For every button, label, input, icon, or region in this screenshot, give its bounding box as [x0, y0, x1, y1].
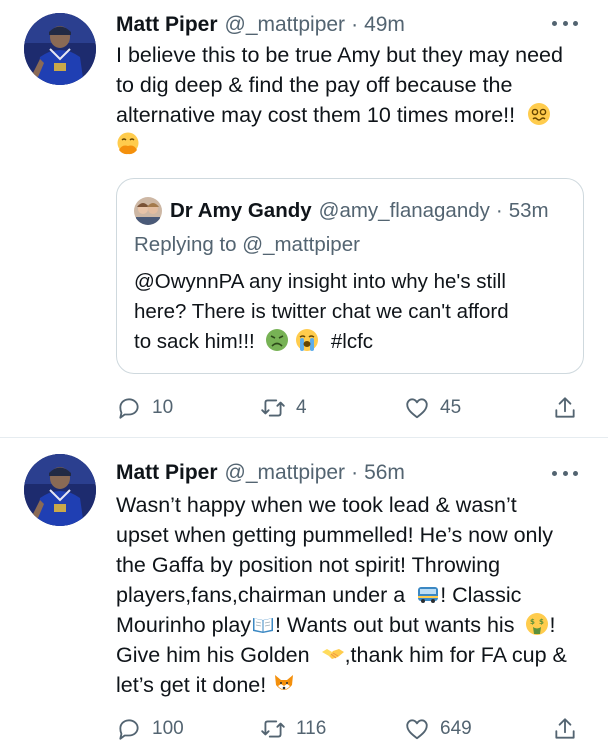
fox-emoji: [275, 675, 294, 690]
quoted-tweet[interactable]: Dr Amy Gandy @amy_flanagandy · 53m Reply…: [116, 178, 584, 374]
retweet-button[interactable]: 4: [260, 393, 307, 423]
share-button[interactable]: [552, 714, 578, 744]
tweet-line: !: [549, 613, 556, 637]
retweet-icon: [261, 399, 285, 417]
quoted-tweet-header: Dr Amy Gandy @amy_flanagandy · 53m: [134, 196, 549, 226]
tweet-actions: 100 116 649: [116, 714, 586, 744]
reply-icon: [119, 398, 139, 419]
reply-count: 10: [152, 397, 174, 418]
tweet-line: let’s get it done!: [116, 673, 267, 697]
money-mouth-face-emoji: $ $: [526, 613, 549, 635]
separator: ·: [495, 199, 503, 222]
tweet-line: I believe this to be true Amy but they m…: [116, 43, 563, 67]
more-horizontal-icon[interactable]: [552, 18, 578, 28]
tweet[interactable]: Matt Piper @_mattpiper · 56m Wasn’t happ…: [0, 438, 608, 750]
reply-icon: [119, 719, 139, 740]
avatar[interactable]: [24, 13, 96, 85]
tweet-line: ! Classic: [440, 583, 522, 607]
like-button[interactable]: 45: [404, 393, 461, 423]
tweet-line: the Gaffa by position not spirit! Throwi…: [116, 553, 501, 577]
tweet-line: Mourinho play: [116, 613, 252, 637]
retweet-count: 4: [296, 397, 307, 418]
quoted-author-name[interactable]: Dr Amy Gandy: [170, 199, 312, 223]
quoted-tweet-text: @OwynnPA any insight into why he's still…: [134, 267, 574, 357]
tweet-line: Give him his Golden: [116, 643, 310, 667]
replying-prefix: Replying to: [134, 233, 237, 256]
loudly-crying-face-emoji: [296, 329, 319, 351]
replying-to: Replying to @_mattpiper: [134, 233, 360, 257]
tweet-text: I believe this to be true Amy but they m…: [116, 40, 586, 160]
timestamp[interactable]: 49m: [364, 13, 405, 37]
handshake-emoji: [321, 649, 344, 659]
like-count: 45: [440, 397, 462, 418]
avatar[interactable]: [24, 454, 96, 526]
separator: ·: [351, 13, 359, 36]
quoted-line: to sack him!!!: [134, 330, 255, 353]
retweet-icon: [261, 720, 285, 738]
open-book-emoji: [253, 618, 274, 633]
tweet-line: alternative may cost them 10 times more!…: [116, 103, 516, 127]
tweet-line: upset when getting pummelled! He’s now o…: [116, 523, 554, 547]
reply-button[interactable]: 100: [116, 714, 184, 744]
tweet-header: Matt Piper @_mattpiper · 49m: [116, 10, 405, 40]
tweet[interactable]: Matt Piper @_mattpiper · 49m I believe t…: [0, 0, 608, 437]
tweet-actions: 10 4 45: [116, 393, 586, 423]
hashtag-link[interactable]: #lcfc: [331, 330, 373, 353]
nauseated-face-emoji: [266, 329, 289, 351]
bus-emoji: [418, 587, 439, 603]
heart-icon: [406, 719, 428, 740]
like-button[interactable]: 649: [404, 714, 472, 744]
svg-text:$: $: [539, 618, 544, 626]
author-name[interactable]: Matt Piper: [116, 13, 218, 37]
heart-icon: [406, 398, 428, 419]
author-handle[interactable]: @_mattpiper: [225, 461, 346, 485]
quoted-line: here? There is twitter chat we can't aff…: [134, 300, 509, 323]
reply-count: 100: [152, 718, 184, 739]
share-icon: [555, 718, 575, 739]
svg-text:$: $: [530, 618, 535, 626]
woozy-face-emoji: [528, 103, 551, 125]
quoted-author-handle[interactable]: @amy_flanagandy: [319, 199, 490, 223]
author-handle[interactable]: @_mattpiper: [225, 13, 346, 37]
timestamp[interactable]: 56m: [364, 461, 405, 485]
retweet-button[interactable]: 116: [260, 714, 326, 744]
quoted-timestamp: 53m: [508, 199, 549, 222]
tweet-line: Wasn’t happy when we took lead & wasn’t: [116, 493, 517, 517]
tweet-line: to dig deep & find the pay off because t…: [116, 73, 513, 97]
more-horizontal-icon[interactable]: [552, 468, 578, 478]
tweet-text: Wasn’t happy when we took lead & wasn’t …: [116, 490, 586, 700]
share-button[interactable]: [552, 393, 578, 423]
tweet-header: Matt Piper @_mattpiper · 56m: [116, 458, 405, 488]
retweet-count: 116: [296, 718, 327, 739]
reply-button[interactable]: 10: [116, 393, 173, 423]
replying-handle[interactable]: @_mattpiper: [242, 233, 360, 256]
tweet-line: players,fans,chairman under a: [116, 583, 406, 607]
share-icon: [555, 397, 575, 418]
quoted-avatar[interactable]: [134, 197, 162, 225]
author-name[interactable]: Matt Piper: [116, 461, 218, 485]
separator: ·: [351, 461, 359, 484]
tweet-line: ,thank him for FA cup &: [344, 643, 567, 667]
face-with-hand-over-mouth-emoji: [117, 132, 139, 155]
like-count: 649: [440, 718, 472, 739]
tweet-line: ! Wants out but wants his: [275, 613, 515, 637]
quoted-line: @OwynnPA any insight into why he's still: [134, 270, 506, 293]
